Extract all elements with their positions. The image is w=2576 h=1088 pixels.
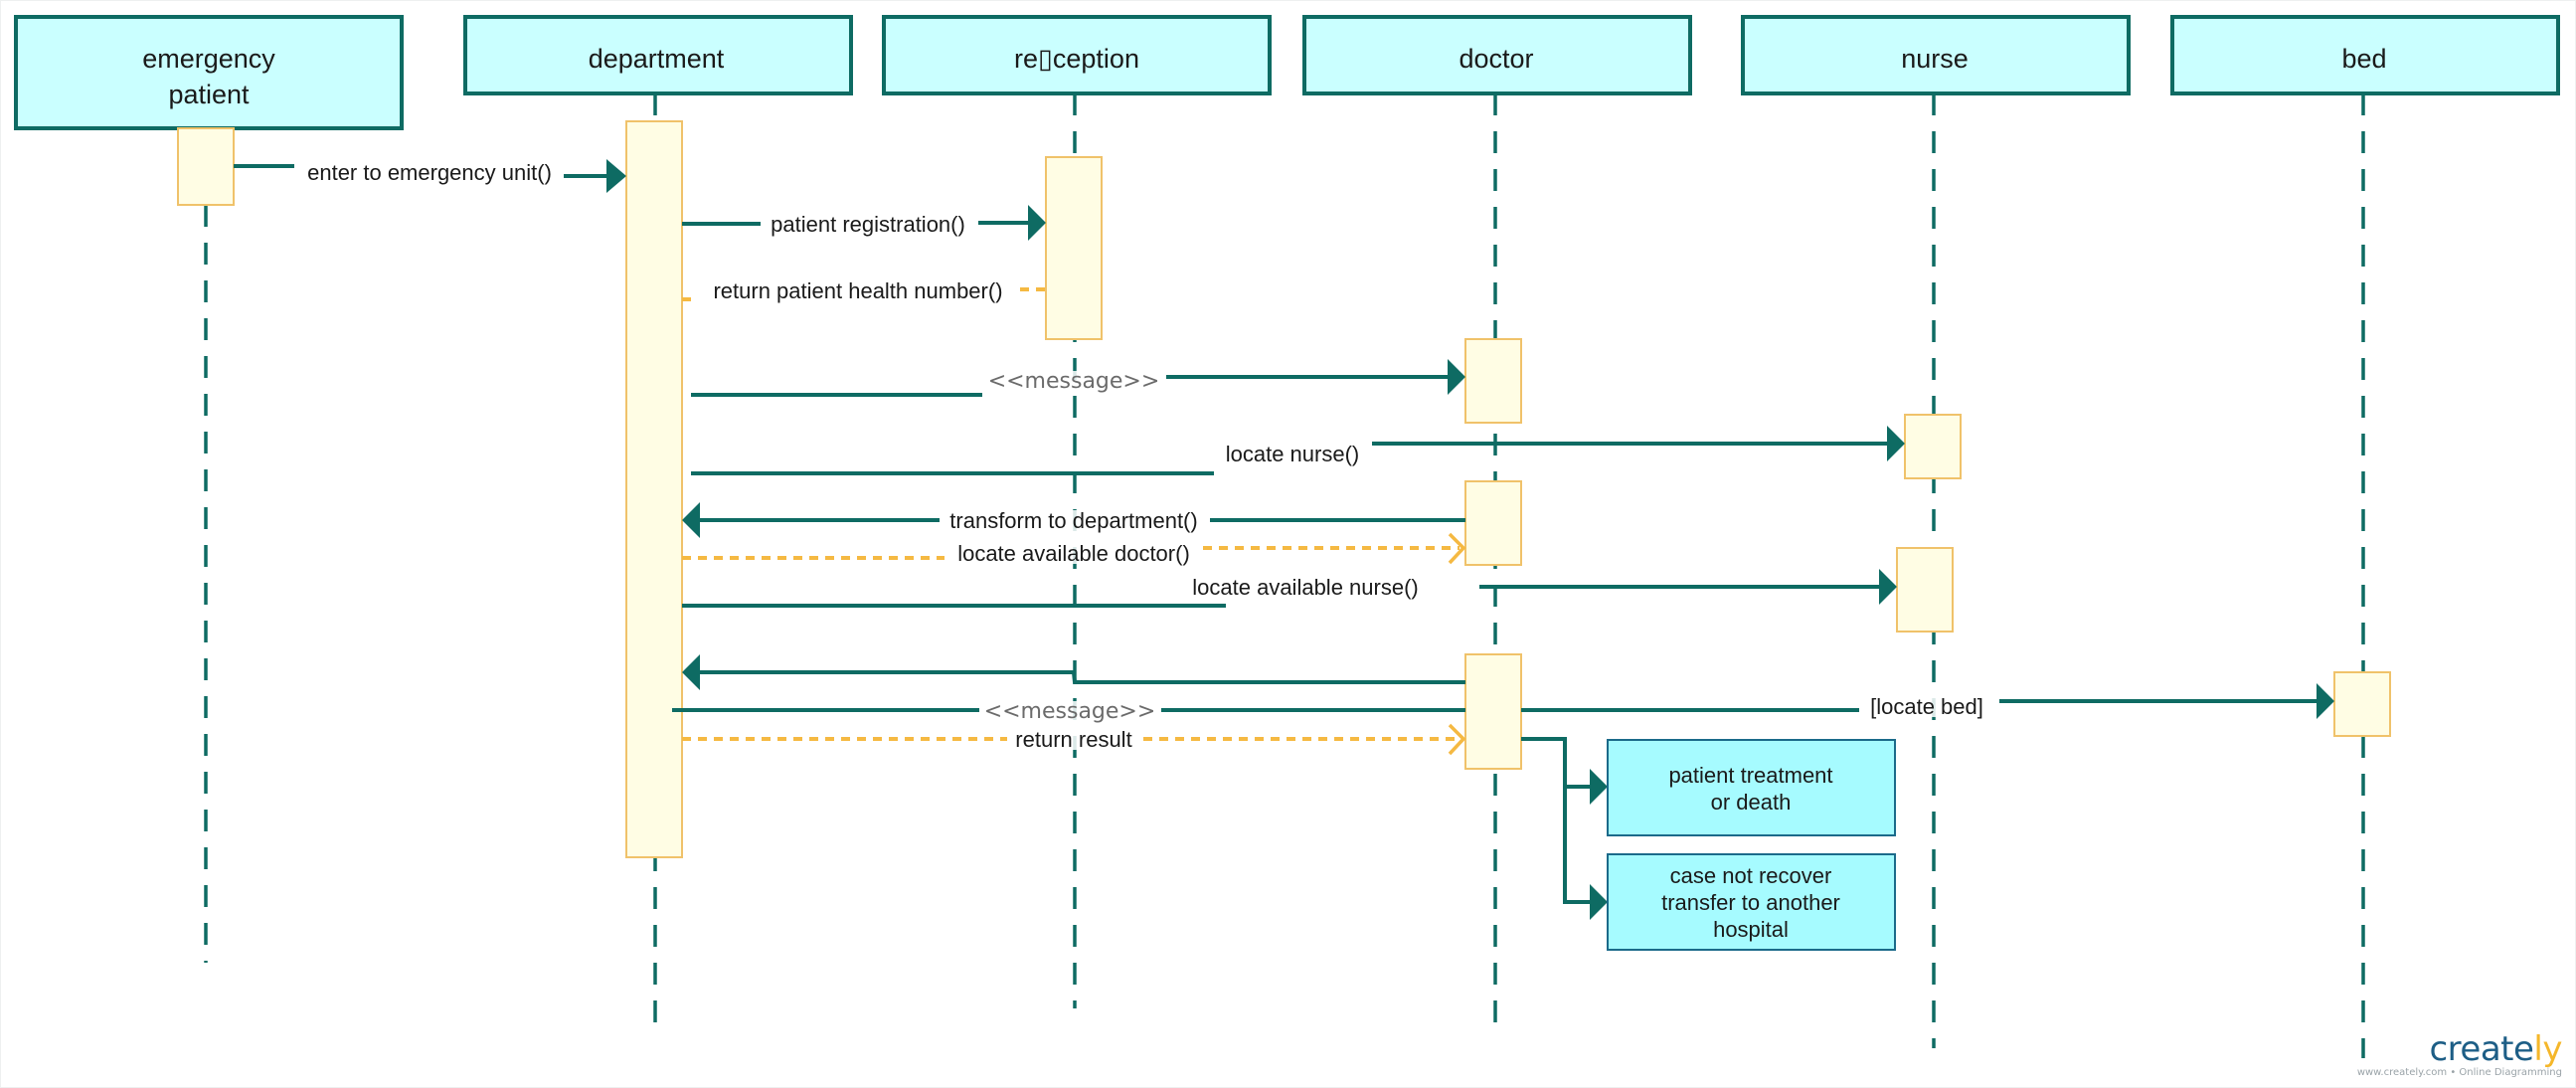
arrowhead-icon [1448, 359, 1465, 395]
message-locate-available-nurse[interactable]: locate available nurse() [682, 569, 1897, 608]
creately-watermark: creately www.creately.com • Online Diagr… [2356, 1029, 2563, 1078]
logo-tagline: www.creately.com • Online Diagramming [2356, 1067, 2562, 1078]
lifeline-doctor[interactable]: doctor [1302, 15, 1692, 95]
message-label: <<message>> [984, 699, 1156, 724]
activation-doctor-3[interactable] [1464, 653, 1522, 770]
note-line-1: patient treatment [1668, 763, 1832, 788]
lifeline-department[interactable]: department [463, 15, 853, 95]
note-patient-treatment[interactable]: patient treatment or death [1607, 739, 1896, 836]
activation-reception[interactable] [1045, 156, 1103, 340]
activation-nurse-2[interactable] [1896, 547, 1954, 633]
activation-doctor-1[interactable] [1464, 338, 1522, 424]
message-locate-nurse[interactable]: locate nurse() [691, 426, 1905, 475]
lifeline-headers: emergency patient department re▯ception … [14, 15, 2560, 130]
logo-accent: ly [2533, 1029, 2562, 1069]
lifeline-bed[interactable]: bed [2170, 15, 2560, 95]
message-stereotype-second[interactable]: <<message>> [672, 699, 1465, 724]
arrowhead-icon [1887, 426, 1905, 461]
arrowhead-icon [682, 654, 700, 690]
outcome-notes: patient treatment or death case not reco… [1607, 739, 1896, 951]
arrowhead-icon [1879, 569, 1897, 605]
message-label: transform to department() [949, 508, 1197, 533]
message-label: return result [1015, 727, 1131, 752]
arrowhead-icon [682, 502, 700, 538]
message-label: enter to emergency unit() [307, 160, 552, 185]
open-arrowhead-icon [1448, 532, 1466, 565]
message-locate-bed[interactable]: [locate bed] [1521, 683, 2334, 719]
message-label: locate nurse() [1226, 442, 1360, 466]
message-label: return patient health number() [713, 278, 1002, 303]
arrowhead-icon [1590, 769, 1608, 805]
messages: enter to emergency unit() patient regist… [234, 159, 2334, 920]
message-transform-to-department[interactable]: transform to department() [682, 502, 1465, 538]
message-return-result[interactable]: return result [682, 723, 1466, 756]
message-label: locate available nurse() [1192, 575, 1418, 600]
note-line-2: or death [1711, 790, 1792, 815]
lifeline-label: department [589, 44, 725, 74]
message-stereotype-to-doctor[interactable]: <<message>> [691, 359, 1465, 397]
message-locate-available-doctor[interactable]: locate available doctor() [682, 532, 1466, 566]
note-line-2: transfer to another [1661, 890, 1840, 915]
arrowhead-icon [2317, 683, 2334, 719]
arrowhead-icon [1590, 884, 1608, 920]
activation-nurse-1[interactable] [1904, 414, 1962, 479]
activation-department[interactable] [625, 120, 683, 858]
lifeline-emergency-patient[interactable]: emergency patient [14, 15, 404, 130]
message-patient-registration[interactable]: patient registration() [682, 205, 1046, 241]
message-label: [locate bed] [1870, 694, 1983, 719]
message-label: patient registration() [771, 212, 965, 237]
arrowhead-icon [606, 159, 626, 193]
note-line-3: hospital [1713, 917, 1789, 942]
message-enter-emergency-unit[interactable]: enter to emergency unit() [234, 159, 626, 193]
message-return-health-number[interactable]: return patient health number() [682, 278, 1046, 303]
message-label: <<message>> [988, 369, 1160, 394]
activation-doctor-2[interactable] [1464, 480, 1522, 566]
lifeline-label: bed [2341, 44, 2386, 74]
outcome-branch-connector [1521, 737, 1608, 920]
activation-bars [177, 120, 2391, 858]
lifeline-label: doctor [1459, 44, 1533, 74]
creately-logo: creately [2357, 1029, 2562, 1069]
lifeline-label: nurse [1901, 44, 1969, 74]
sequence-diagram: emergency patient department re▯ception … [14, 15, 2560, 1058]
logo-main: create [2429, 1029, 2534, 1069]
activation-bed[interactable] [2333, 671, 2391, 737]
lifeline-label: re▯ception [1014, 44, 1139, 74]
lifeline-label-line-1: emergency [142, 44, 275, 74]
arrowhead-icon [1028, 205, 1046, 241]
activation-emergency-patient[interactable] [177, 127, 235, 206]
lifeline-reception[interactable]: re▯ception [882, 15, 1272, 95]
note-line-1: case not recover [1670, 863, 1832, 888]
message-label: locate available doctor() [957, 541, 1190, 566]
lifeline-label-line-2: patient [168, 80, 250, 109]
note-case-transfer[interactable]: case not recover transfer to another hos… [1607, 853, 1896, 951]
lifeline-nurse[interactable]: nurse [1741, 15, 2131, 95]
message-doctor-to-department[interactable] [682, 654, 1465, 690]
